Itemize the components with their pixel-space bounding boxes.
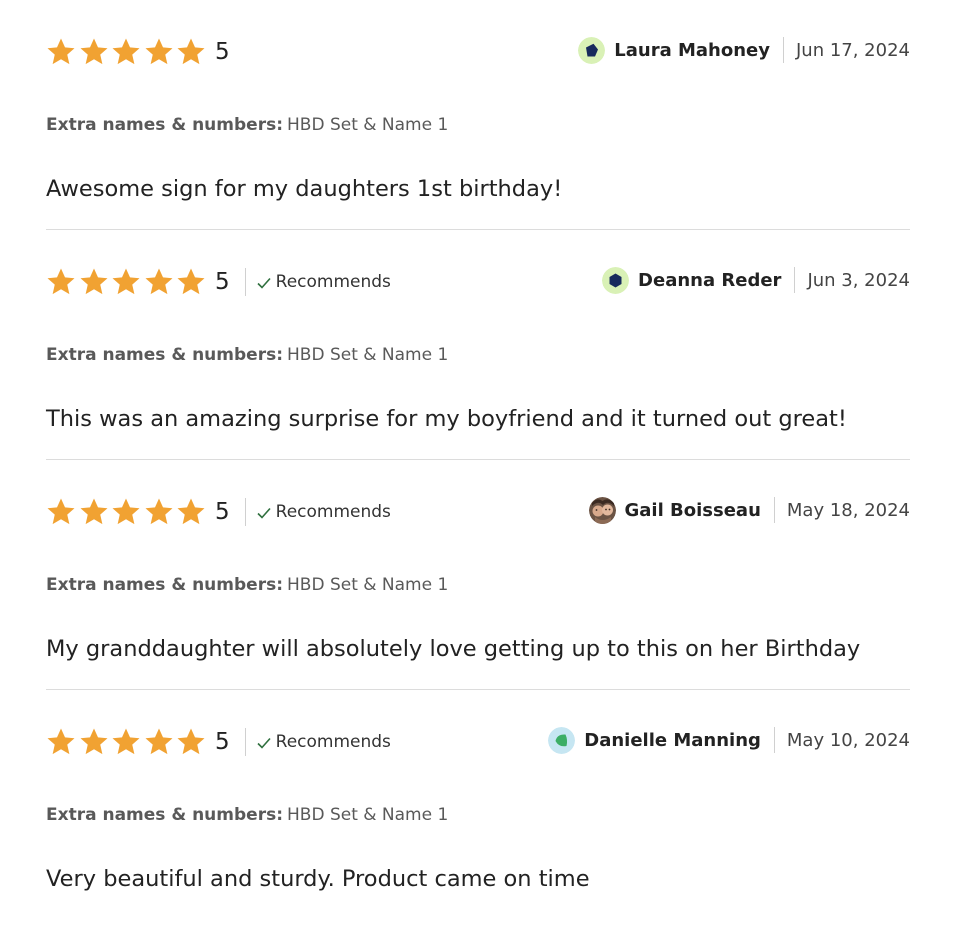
reviewer-info: Gail Boisseau May 18, 2024 <box>588 495 910 525</box>
divider <box>773 727 775 753</box>
reviewer-name[interactable]: Danielle Manning <box>584 730 761 751</box>
reviewer-info: Deanna Reder Jun 3, 2024 <box>602 265 910 295</box>
rating-row: 5 <box>46 36 230 68</box>
divider <box>244 728 246 756</box>
star-icon <box>144 497 174 527</box>
variation-info: Extra names & numbers: HBD Set & Name 1 <box>46 343 448 367</box>
recommends-label: Recommends <box>275 732 391 752</box>
star-icon <box>79 727 109 757</box>
star-icon <box>46 497 76 527</box>
review-item: 5 Recommends Deanna Reder Jun 3, 2024 Ex… <box>46 230 910 460</box>
star-icon <box>46 727 76 757</box>
variation-info: Extra names & numbers: HBD Set & Name 1 <box>46 113 448 137</box>
variation-info: Extra names & numbers: HBD Set & Name 1 <box>46 803 448 827</box>
star-icon <box>144 727 174 757</box>
recommends-badge: Recommends <box>256 502 391 522</box>
checkmark-icon <box>256 735 272 749</box>
review-item: 5 Recommends Gail Boisseau May 18, 2024 … <box>46 460 910 690</box>
review-date: Jun 3, 2024 <box>807 269 910 291</box>
divider <box>782 37 784 63</box>
review-text: This was an amazing surprise for my boyf… <box>46 406 847 432</box>
avatar[interactable] <box>548 726 576 754</box>
star-icon <box>79 267 109 297</box>
star-icon <box>111 267 141 297</box>
star-rating <box>46 267 206 297</box>
star-icon <box>111 727 141 757</box>
reviewer-info: Laura Mahoney Jun 17, 2024 <box>578 35 910 65</box>
divider <box>244 498 246 526</box>
rating-value: 5 <box>215 269 230 295</box>
checkmark-icon <box>256 505 272 519</box>
reviewer-name[interactable]: Gail Boisseau <box>625 500 761 521</box>
avatar[interactable] <box>588 496 616 524</box>
rating-value: 5 <box>215 499 230 525</box>
star-icon <box>144 37 174 67</box>
recommends-label: Recommends <box>275 502 391 522</box>
reviewer-name[interactable]: Deanna Reder <box>638 270 781 291</box>
variation-value: HBD Set & Name 1 <box>287 345 449 365</box>
review-text: Awesome sign for my daughters 1st birthd… <box>46 176 563 202</box>
variation-label: Extra names & numbers: <box>46 575 283 595</box>
star-icon <box>79 497 109 527</box>
review-date: May 18, 2024 <box>786 499 910 521</box>
reviewer-info: Danielle Manning May 10, 2024 <box>548 725 910 755</box>
variation-info: Extra names & numbers: HBD Set & Name 1 <box>46 573 448 597</box>
star-icon <box>176 497 206 527</box>
divider <box>773 497 775 523</box>
review-text: My granddaughter will absolutely love ge… <box>46 636 861 662</box>
star-icon <box>176 727 206 757</box>
checkmark-icon <box>256 275 272 289</box>
variation-value: HBD Set & Name 1 <box>287 575 449 595</box>
reviews-list: 5 Laura Mahoney Jun 17, 2024 Extra names… <box>0 0 955 952</box>
recommends-label: Recommends <box>275 272 391 292</box>
star-icon <box>111 497 141 527</box>
star-rating <box>46 37 206 67</box>
avatar[interactable] <box>578 36 606 64</box>
review-item: 5 Laura Mahoney Jun 17, 2024 Extra names… <box>46 0 910 230</box>
recommends-badge: Recommends <box>256 272 391 292</box>
star-icon <box>79 37 109 67</box>
review-text: Very beautiful and sturdy. Product came … <box>46 866 590 892</box>
star-icon <box>46 267 76 297</box>
star-icon <box>176 267 206 297</box>
rating-row: 5 Recommends <box>46 266 391 298</box>
variation-label: Extra names & numbers: <box>46 345 283 365</box>
review-date: Jun 17, 2024 <box>795 39 910 61</box>
star-icon <box>176 37 206 67</box>
divider <box>244 268 246 296</box>
star-icon <box>46 37 76 67</box>
variation-label: Extra names & numbers: <box>46 115 283 135</box>
variation-value: HBD Set & Name 1 <box>287 805 449 825</box>
variation-label: Extra names & numbers: <box>46 805 283 825</box>
reviewer-name[interactable]: Laura Mahoney <box>614 40 770 61</box>
star-icon <box>111 37 141 67</box>
avatar[interactable] <box>602 266 630 294</box>
rating-row: 5 Recommends <box>46 726 391 758</box>
star-rating <box>46 727 206 757</box>
recommends-badge: Recommends <box>256 732 391 752</box>
review-item: 5 Recommends Danielle Manning May 10, 20… <box>46 690 910 920</box>
rating-value: 5 <box>215 39 230 65</box>
rating-value: 5 <box>215 729 230 755</box>
rating-row: 5 Recommends <box>46 496 391 528</box>
star-rating <box>46 497 206 527</box>
review-date: May 10, 2024 <box>786 729 910 751</box>
divider <box>794 267 796 293</box>
variation-value: HBD Set & Name 1 <box>287 115 449 135</box>
star-icon <box>144 267 174 297</box>
